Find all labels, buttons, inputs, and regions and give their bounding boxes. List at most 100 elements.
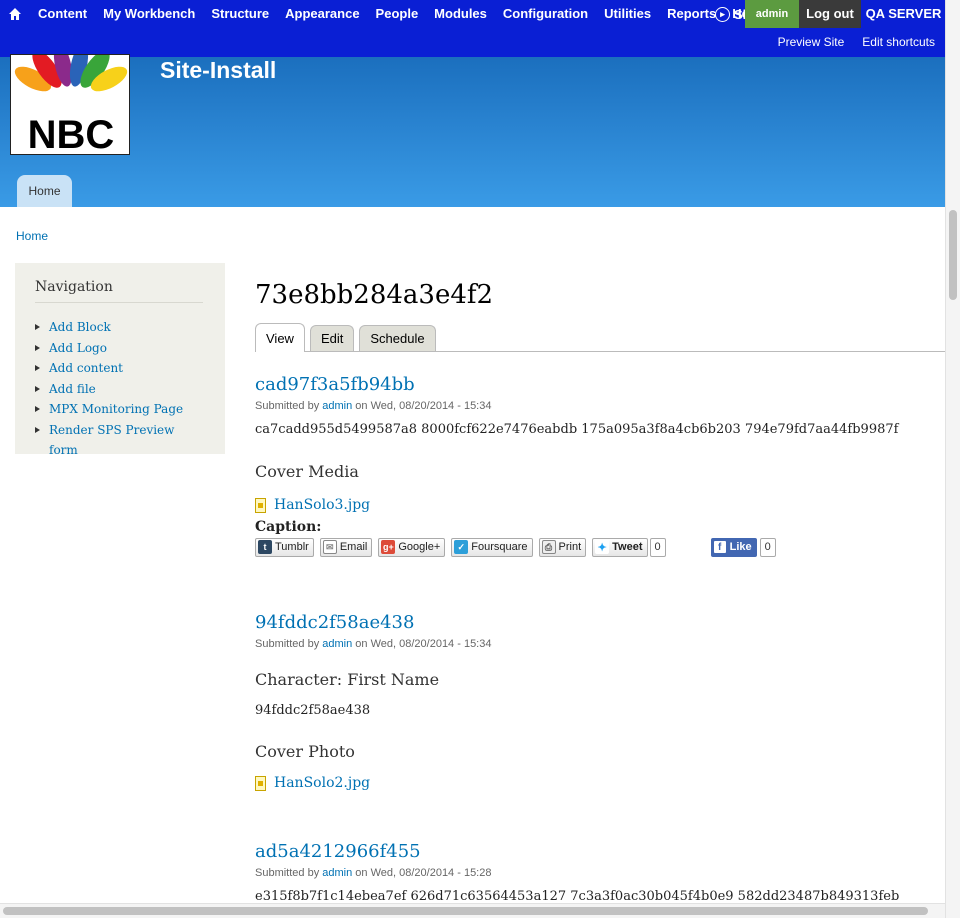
email-icon: ✉	[322, 540, 337, 554]
node-submitted: Submitted by admin on Wed, 08/20/2014 - …	[255, 400, 945, 412]
share-label: Foursquare	[471, 541, 528, 553]
account-link[interactable]: admin	[745, 0, 799, 28]
twitter-bird-icon: ✦	[595, 540, 610, 554]
google-plus-icon: g+	[381, 540, 396, 554]
toolbar-item-modules[interactable]: Modules	[426, 0, 495, 28]
toolbar-item-people[interactable]: People	[368, 0, 427, 28]
share-tumblr-button[interactable]: t Tumblr	[255, 537, 314, 557]
site-name[interactable]: Site-Install	[160, 57, 276, 84]
field-value: 94fddc2f58ae438	[255, 703, 371, 718]
vertical-scrollbar-thumb[interactable]	[949, 210, 957, 300]
node-submitted: Submitted by admin on Wed, 08/20/2014 - …	[255, 867, 945, 879]
primary-tabs: View Edit Schedule	[255, 322, 945, 352]
submitted-prefix: Submitted by	[255, 400, 320, 412]
sidebar-item-add-logo[interactable]: Add Logo	[35, 338, 205, 359]
facebook-like-button[interactable]: f Like	[710, 537, 757, 557]
home-icon-glyph	[9, 8, 21, 20]
author-link[interactable]: admin	[322, 867, 352, 879]
sidebar-item-mpx-monitoring[interactable]: MPX Monitoring Page	[35, 399, 205, 420]
file-name: HanSolo3.jpg	[274, 497, 371, 513]
chevron-right-icon: ▸	[715, 6, 730, 22]
triangle-right-icon	[35, 324, 40, 330]
site-logo[interactable]: NBC	[10, 54, 130, 155]
triangle-right-icon	[35, 426, 40, 433]
node-body: e315f8b7f1c14ebea7ef 626d71c63564453a127…	[255, 889, 900, 904]
triangle-right-icon	[35, 344, 40, 351]
printer-icon: ⎙	[541, 540, 556, 554]
toolbar-item-my-workbench[interactable]: My Workbench	[95, 0, 203, 28]
tweet-count: 0	[649, 537, 666, 557]
toolbar-item-utilities[interactable]: Utilities	[596, 0, 659, 28]
toolbar-item-structure[interactable]: Structure	[203, 0, 277, 28]
sidebar-item-add-file[interactable]: Add file	[35, 379, 205, 400]
node-teaser: cad97f3a5fb94bb Submitted by admin on We…	[255, 374, 945, 557]
sidebar-item-label: Add content	[49, 361, 123, 375]
node-submitted: Submitted by admin on Wed, 08/20/2014 - …	[255, 638, 945, 650]
horizontal-scrollbar[interactable]	[0, 903, 945, 918]
share-label: Tweet	[612, 541, 643, 553]
shortcut-edit-shortcuts[interactable]: Edit shortcuts	[862, 35, 935, 49]
tab-edit[interactable]: Edit	[309, 325, 355, 351]
field-label: Cover Photo	[255, 742, 355, 761]
node-title[interactable]: ad5a4212966f455	[255, 841, 945, 862]
tweet-button[interactable]: ✦ Tweet	[592, 537, 648, 557]
node-title[interactable]: cad97f3a5fb94bb	[255, 374, 945, 395]
share-bar: t Tumblr ✉ Email g+ Google+ ✓ Foursquare ⎙ Pr…	[255, 537, 945, 557]
tab-schedule[interactable]: Schedule	[359, 325, 436, 351]
node-title[interactable]: 94fddc2f58ae438	[255, 612, 945, 633]
file-link[interactable]: HanSolo3.jpg	[255, 497, 945, 513]
breadcrumb-home[interactable]: Home	[16, 229, 48, 243]
nbc-peacock-logo: NBC	[14, 55, 128, 155]
caption-label: Caption:	[255, 519, 322, 535]
user-menu: admin Log out QA SERVER	[745, 0, 946, 28]
horizontal-scrollbar-thumb[interactable]	[3, 907, 928, 915]
sidebar-item-render-sps[interactable]: Render SPS Preview form	[35, 420, 205, 461]
server-label: QA SERVER	[865, 6, 942, 21]
page-title: 73e8bb284a3e4f2	[255, 280, 494, 310]
tumblr-icon: t	[258, 540, 272, 554]
like-count: 0	[759, 537, 776, 557]
submitted-prefix: Submitted by	[255, 638, 320, 650]
submitted-prefix: Submitted by	[255, 867, 320, 879]
logo-text: NBC	[28, 113, 115, 155]
share-print-button[interactable]: ⎙ Print	[538, 537, 587, 557]
home-icon[interactable]	[0, 0, 30, 28]
share-email-button[interactable]: ✉ Email	[319, 537, 373, 557]
submitted-date: on Wed, 08/20/2014 - 15:28	[355, 867, 492, 879]
sidebar-item-label: Add Logo	[49, 340, 107, 355]
sidebar-item-add-content[interactable]: Add content	[35, 358, 205, 379]
sidebar-item-label: Add Block	[49, 320, 111, 334]
sidebar-item-label: Add file	[49, 381, 96, 396]
sidebar-menu: Add Block Add Logo Add content Add file …	[35, 317, 205, 461]
toolbar-menu: Content My Workbench Structure Appearanc…	[0, 0, 768, 28]
toolbar-item-configuration[interactable]: Configuration	[495, 0, 596, 28]
author-link[interactable]: admin	[322, 400, 352, 412]
author-link[interactable]: admin	[322, 638, 352, 650]
admin-toolbar: Content My Workbench Structure Appearanc…	[0, 0, 945, 57]
logout-link[interactable]: Log out	[799, 0, 861, 28]
sidebar-item-add-block[interactable]: Add Block	[35, 317, 205, 338]
submitted-date: on Wed, 08/20/2014 - 15:34	[355, 400, 492, 412]
share-label: Print	[558, 541, 582, 553]
share-label: Google+	[398, 541, 441, 553]
tab-view[interactable]: View	[255, 323, 305, 352]
image-file-icon	[255, 497, 266, 513]
main-menu-home[interactable]: Home	[17, 175, 72, 207]
share-google-button[interactable]: g+ Google+	[378, 537, 446, 557]
sidebar-title: Navigation	[35, 279, 203, 303]
triangle-right-icon	[35, 406, 40, 412]
sidebar-item-label: MPX Monitoring Page	[49, 402, 184, 416]
file-link[interactable]: HanSolo2.jpg	[255, 775, 945, 791]
shortcuts-bar: Preview Site Edit shortcuts	[760, 28, 935, 56]
share-label: Email	[339, 541, 368, 553]
toolbar-item-content[interactable]: Content	[30, 0, 95, 28]
share-foursquare-button[interactable]: ✓ Foursquare	[451, 537, 533, 557]
shortcut-preview-site[interactable]: Preview Site	[778, 35, 845, 49]
sidebar-item-label: Render SPS Preview form	[49, 422, 175, 458]
field-label: Cover Media	[255, 462, 359, 481]
share-label: Tumblr	[275, 541, 309, 553]
toolbar-item-appearance[interactable]: Appearance	[277, 0, 367, 28]
vertical-scrollbar[interactable]	[945, 0, 960, 918]
triangle-right-icon	[35, 365, 40, 371]
node-teaser: ad5a4212966f455 Submitted by admin on We…	[255, 841, 945, 904]
